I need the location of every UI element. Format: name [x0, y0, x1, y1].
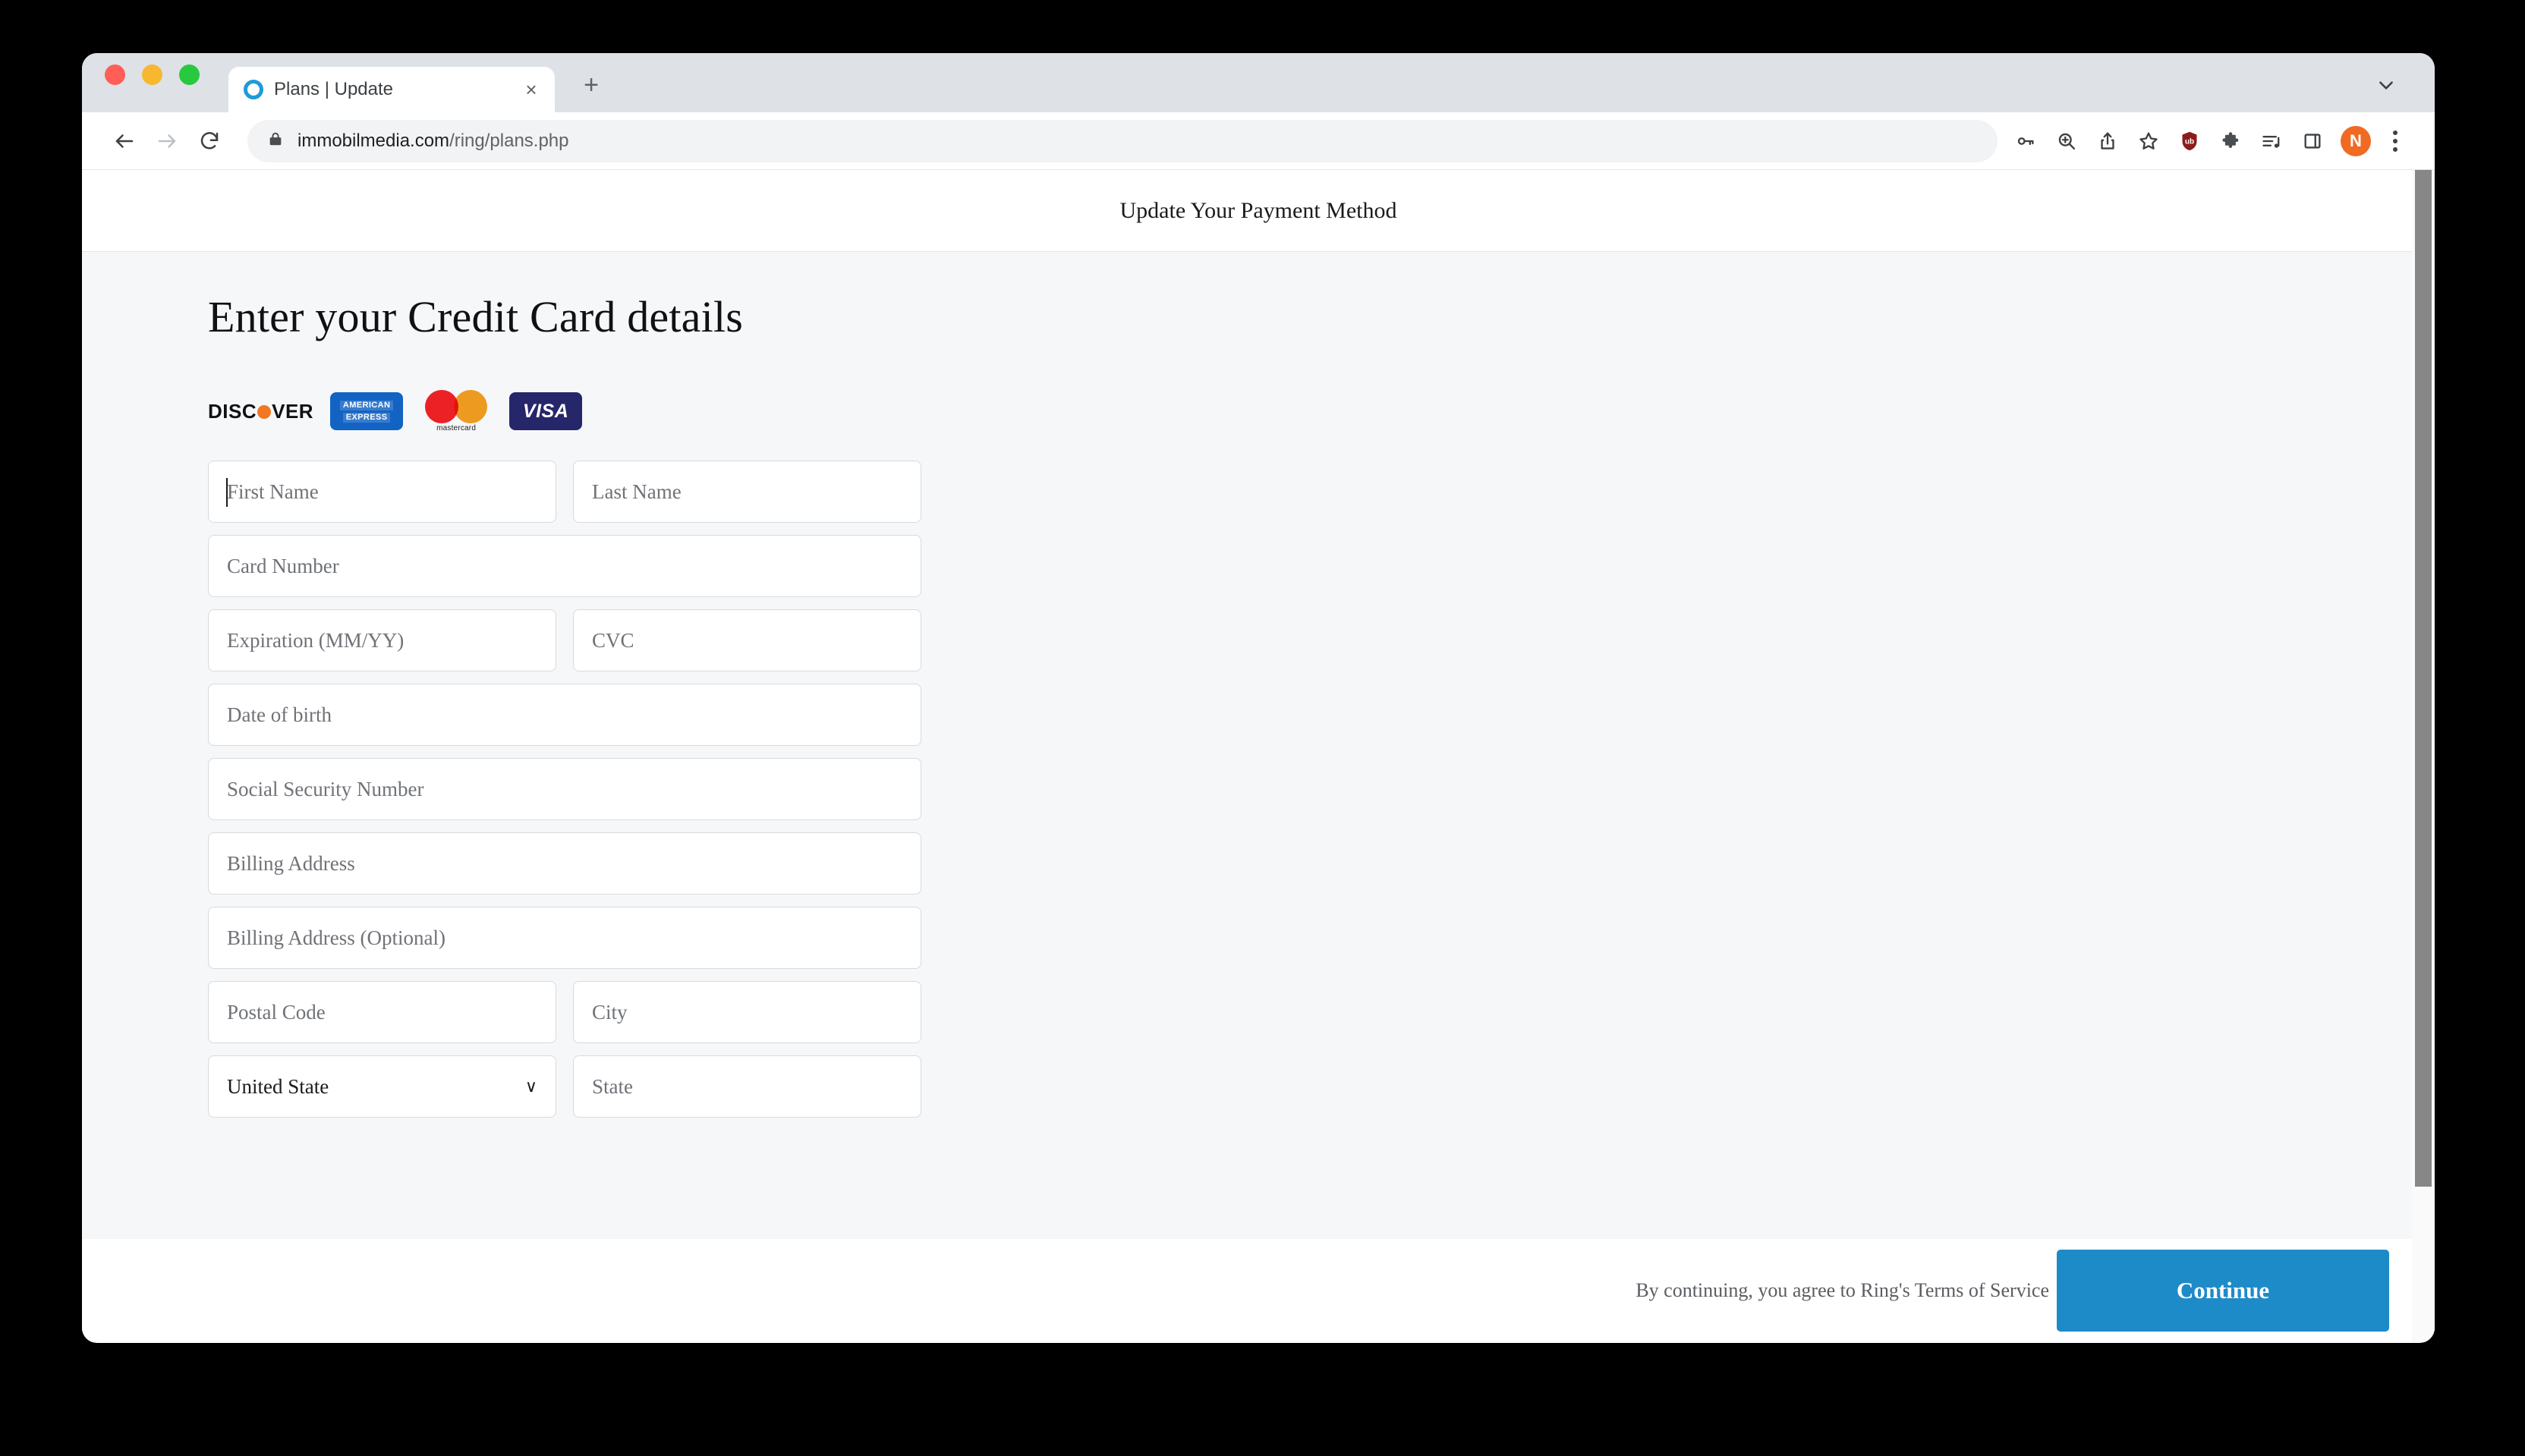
country-select[interactable]: United State ∨	[208, 1055, 556, 1118]
visa-logo: VISA	[509, 392, 583, 430]
new-tab-button[interactable]: +	[576, 71, 606, 102]
lock-icon	[267, 131, 284, 151]
side-panel-icon[interactable]	[2292, 121, 2333, 162]
first-name-input-placeholder: First Name	[227, 480, 319, 503]
city-input[interactable]: City	[573, 981, 921, 1043]
cvc-input-placeholder: CVC	[592, 628, 634, 652]
window-maximize-button[interactable]	[179, 64, 200, 85]
discover-logo: DISC VER	[208, 400, 313, 423]
postal-code-input[interactable]: Postal Code	[208, 981, 556, 1043]
form-row: First Name Last Name	[208, 461, 921, 523]
address-bar-host: immobilmedia.com	[298, 130, 450, 151]
social-security-input-placeholder: Social Security Number	[227, 777, 424, 800]
form-row: Billing Address	[208, 832, 921, 895]
discover-logo-text2: VER	[272, 399, 314, 423]
last-name-input[interactable]: Last Name	[573, 461, 921, 523]
last-name-input-placeholder: Last Name	[592, 480, 682, 503]
svg-text:ub: ub	[2185, 137, 2194, 146]
amex-logo: AMERICAN EXPRESS	[330, 392, 404, 430]
discover-logo-text: DISC	[208, 399, 257, 423]
ring-logo-icon	[244, 80, 263, 99]
continue-button[interactable]: Continue	[2057, 1250, 2389, 1332]
form-row: Expiration (MM/YY) CVC	[208, 609, 921, 671]
form-row: Date of birth	[208, 684, 921, 746]
page-footer: By continuing, you agree to Ring's Terms…	[82, 1239, 2435, 1342]
media-playlist-icon[interactable]	[2251, 121, 2292, 162]
social-security-input[interactable]: Social Security Number	[208, 758, 921, 820]
browser-toolbar: immobilmedia.com/ring/plans.php ub N	[82, 112, 2435, 170]
window-minimize-button[interactable]	[142, 64, 162, 85]
billing-address-2-input[interactable]: Billing Address (Optional)	[208, 907, 921, 969]
card-number-input[interactable]: Card Number	[208, 535, 921, 597]
tab-title: Plans | Update	[274, 79, 393, 99]
profile-avatar[interactable]: N	[2341, 125, 2371, 156]
chevron-down-icon: ∨	[524, 1077, 537, 1096]
tab-strip: Plans | Update × +	[82, 53, 2435, 112]
zoom-icon[interactable]	[2046, 121, 2087, 162]
card-number-input-placeholder: Card Number	[227, 554, 339, 577]
back-button[interactable]	[103, 120, 146, 162]
amex-logo-line2: EXPRESS	[342, 412, 391, 423]
first-name-input[interactable]: First Name	[208, 461, 556, 523]
terms-of-service-text: By continuing, you agree to Ring's Terms…	[1636, 1279, 2049, 1301]
share-icon[interactable]	[2087, 121, 2128, 162]
page-viewport: Update Your Payment Method Enter your Cr…	[82, 170, 2435, 1342]
postal-code-input-placeholder: Postal Code	[227, 1000, 326, 1024]
tab-close-icon[interactable]: ×	[521, 80, 541, 99]
window-traffic-lights	[105, 53, 200, 112]
page-header: Update Your Payment Method	[82, 170, 2435, 252]
window-close-button[interactable]	[105, 64, 125, 85]
billing-address-input-placeholder: Billing Address	[227, 851, 355, 875]
state-input[interactable]: State	[573, 1055, 921, 1118]
amex-logo-line1: AMERICAN	[339, 400, 394, 410]
date-of-birth-input[interactable]: Date of birth	[208, 684, 921, 746]
mastercard-logo-circles	[425, 390, 488, 423]
page-title: Update Your Payment Method	[1119, 197, 1397, 223]
city-input-placeholder: City	[592, 1000, 628, 1024]
form-heading: Enter your Credit Card details	[208, 292, 744, 341]
browser-window: Plans | Update × + immobilmedia.com/ring…	[82, 53, 2435, 1343]
billing-address-2-input-placeholder: Billing Address (Optional)	[227, 926, 445, 949]
accepted-card-logos: DISC VER AMERICAN EXPRESS mastercard VIS…	[208, 389, 2435, 433]
browser-tab[interactable]: Plans | Update ×	[228, 67, 555, 112]
page-scrollbar-thumb[interactable]	[2415, 170, 2432, 1187]
cvc-input[interactable]: CVC	[573, 609, 921, 671]
address-bar-url: immobilmedia.com/ring/plans.php	[298, 131, 569, 152]
state-input-placeholder: State	[592, 1074, 633, 1098]
date-of-birth-input-placeholder: Date of birth	[227, 703, 332, 726]
visa-logo-text: VISA	[522, 400, 569, 422]
page-scrollbar[interactable]	[2412, 170, 2435, 1342]
expiration-input[interactable]: Expiration (MM/YY)	[208, 609, 556, 671]
three-dots-icon[interactable]	[2379, 121, 2412, 162]
password-key-icon[interactable]	[2005, 121, 2046, 162]
expiration-input-placeholder: Expiration (MM/YY)	[227, 628, 405, 652]
reload-button[interactable]	[188, 120, 231, 162]
chevron-down-icon[interactable]	[2371, 70, 2401, 100]
address-bar-path: /ring/plans.php	[449, 130, 569, 151]
extensions-puzzle-icon[interactable]	[2210, 121, 2251, 162]
credit-card-form: First Name Last Name Card Number Expiration…	[208, 461, 921, 1118]
form-row: Card Number	[208, 535, 921, 597]
mastercard-logo-text: mastercard	[436, 424, 477, 432]
form-row: Postal Code City	[208, 981, 921, 1043]
bookmark-star-icon[interactable]	[2128, 121, 2169, 162]
mastercard-logo: mastercard	[420, 390, 493, 432]
toolbar-actions: ub N	[2005, 121, 2412, 162]
address-bar[interactable]: immobilmedia.com/ring/plans.php	[247, 119, 1998, 162]
form-row: Social Security Number	[208, 758, 921, 820]
form-row: Billing Address (Optional)	[208, 907, 921, 969]
form-row: United State ∨ State	[208, 1055, 921, 1118]
ublock-shield-icon[interactable]: ub	[2169, 121, 2210, 162]
country-select-value: United State	[227, 1074, 329, 1098]
billing-address-input[interactable]: Billing Address	[208, 832, 921, 895]
forward-button[interactable]	[146, 120, 188, 162]
page-body: Enter your Credit Card details DISC VER A…	[82, 252, 2435, 1118]
discover-logo-orb	[257, 404, 272, 419]
